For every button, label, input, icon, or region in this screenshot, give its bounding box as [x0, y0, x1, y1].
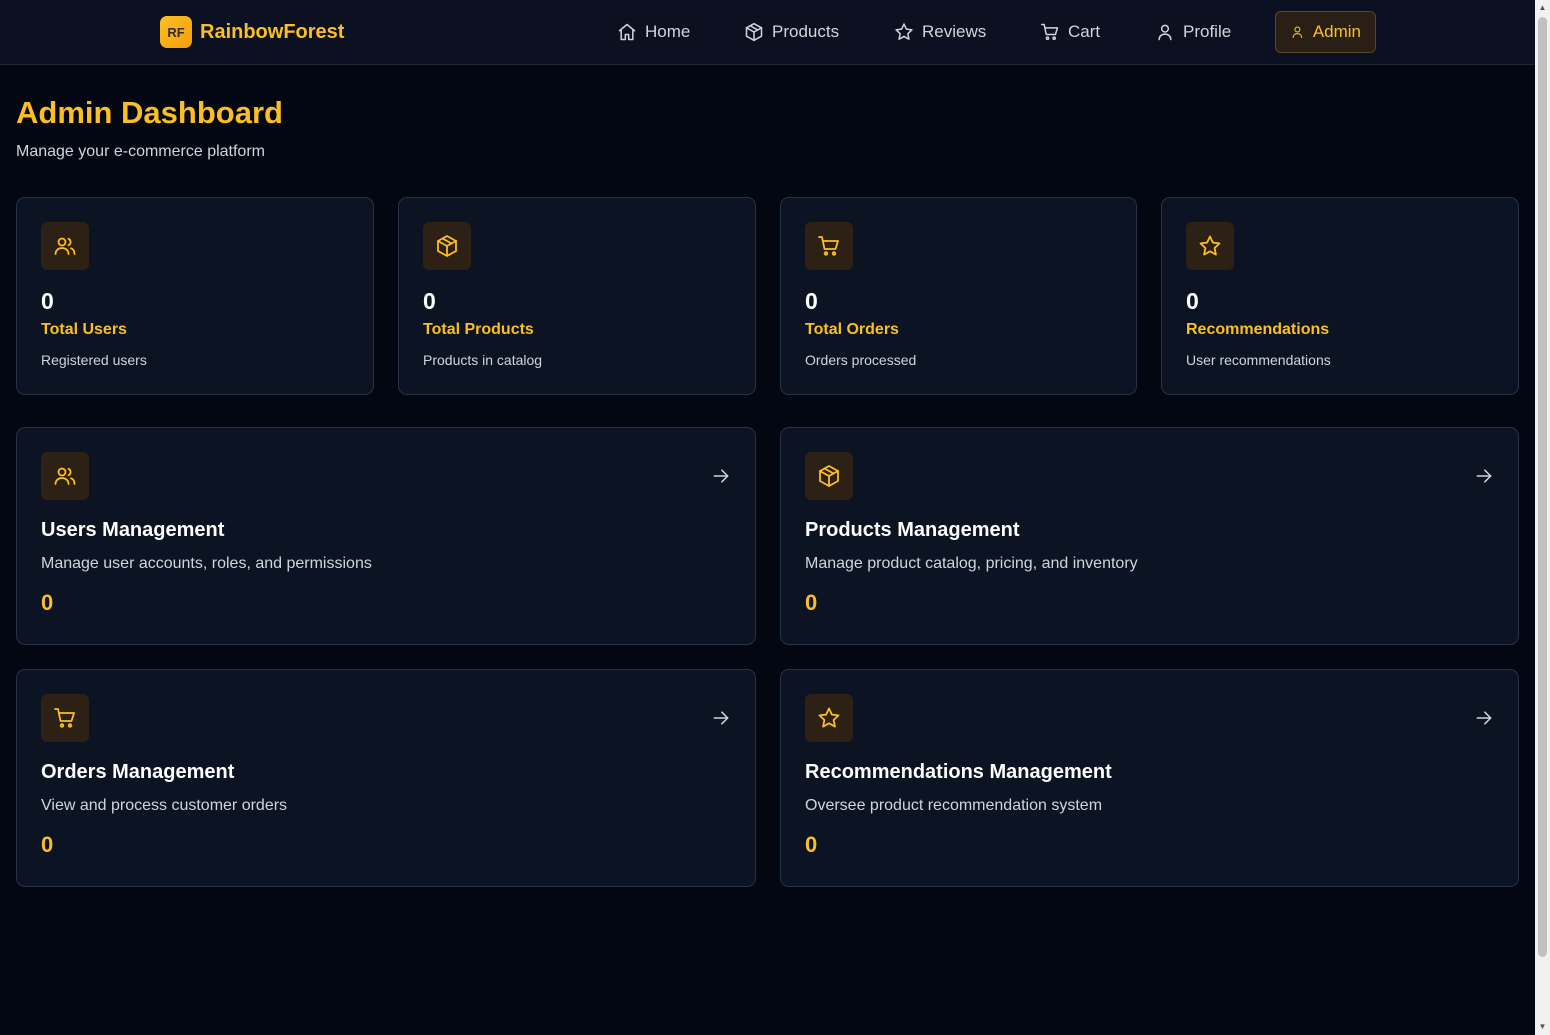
brand-logo: RF: [160, 16, 192, 48]
management-count: 0: [41, 832, 54, 857]
nav-home[interactable]: Home: [603, 11, 704, 53]
management-description: Manage product catalog, pricing, and inv…: [805, 555, 1138, 572]
brand-name: RainbowForest: [200, 20, 345, 43]
users-icon: [54, 467, 76, 485]
management-title: Recommendations Management: [805, 761, 1112, 783]
orders-management-card[interactable]: Orders Management View and process custo…: [16, 669, 756, 887]
star-icon: [1199, 235, 1221, 256]
management-title: Orders Management: [41, 761, 235, 783]
arrow-right-icon[interactable]: [1474, 466, 1494, 486]
stat-icon-box: [41, 222, 89, 270]
stat-value: 0: [423, 288, 436, 314]
nav-cart[interactable]: Cart: [1026, 11, 1114, 53]
stat-icon-box: [805, 222, 853, 270]
box-icon: [819, 465, 839, 487]
stat-card-products: 0 Total Products Products in catalog: [398, 197, 756, 395]
management-description: View and process customer orders: [41, 797, 288, 814]
user-icon: [1158, 24, 1172, 41]
stat-value: 0: [805, 288, 818, 314]
arrow-right-icon[interactable]: [1474, 708, 1494, 728]
management-count: 0: [805, 832, 818, 857]
management-description: Oversee product recommendation system: [805, 797, 1103, 814]
stat-description: Products in catalog: [423, 352, 543, 368]
stat-label: Recommendations: [1186, 321, 1330, 338]
box-icon: [437, 235, 457, 257]
scrollbar-thumb[interactable]: [1538, 17, 1547, 957]
scroll-down-arrow-icon[interactable]: ▼: [1538, 1022, 1547, 1032]
cart-icon: [54, 708, 75, 728]
management-icon-box: [805, 452, 853, 500]
nav-admin-label: Admin: [1312, 22, 1361, 41]
nav-reviews[interactable]: Reviews: [880, 11, 1000, 53]
stat-label: Total Products: [423, 321, 534, 338]
management-count: 0: [41, 590, 54, 615]
stat-card-orders: 0 Total Orders Orders processed: [780, 197, 1137, 395]
arrow-right-icon[interactable]: [711, 708, 731, 728]
brand[interactable]: RF RainbowForest: [160, 16, 344, 48]
star-icon: [818, 707, 840, 728]
nav-products-label: Products: [772, 22, 840, 41]
page-subtitle: Manage your e-commerce platform: [16, 143, 265, 160]
stat-icon-box: [1186, 222, 1234, 270]
nav-reviews-label: Reviews: [922, 22, 987, 41]
stat-label: Total Orders: [805, 321, 899, 338]
nav-products[interactable]: Products: [730, 11, 853, 53]
cart-icon: [1040, 23, 1059, 41]
scroll-up-arrow-icon[interactable]: ▲: [1538, 3, 1547, 13]
stat-card-recommendations: 0 Recommendations User recommendations: [1161, 197, 1519, 395]
management-description: Manage user accounts, roles, and permiss…: [41, 555, 372, 572]
stat-label: Total Users: [41, 321, 127, 338]
users-management-card[interactable]: Users Management Manage user accounts, r…: [16, 427, 756, 645]
stat-description: Orders processed: [805, 352, 917, 368]
arrow-right-icon[interactable]: [711, 466, 731, 486]
star-icon: [895, 23, 913, 40]
management-title: Products Management: [805, 519, 1020, 541]
users-icon: [54, 237, 76, 255]
nav-profile[interactable]: Profile: [1141, 11, 1245, 53]
stat-card-users: 0 Total Users Registered users: [16, 197, 374, 395]
home-icon: [618, 23, 636, 41]
management-icon-box: [41, 694, 89, 742]
products-management-card[interactable]: Products Management Manage product catal…: [780, 427, 1519, 645]
stat-value: 0: [41, 288, 54, 314]
management-icon-box: [805, 694, 853, 742]
stat-icon-box: [423, 222, 471, 270]
page-title: Admin Dashboard: [16, 95, 283, 130]
top-navbar: RF RainbowForest Home Products Reviews C…: [0, 0, 1535, 65]
user-icon: [1292, 26, 1303, 39]
stat-description: User recommendations: [1186, 352, 1331, 368]
nav-admin[interactable]: Admin: [1275, 11, 1376, 53]
management-icon-box: [41, 452, 89, 500]
stat-value: 0: [1186, 288, 1199, 314]
stat-description: Registered users: [41, 352, 147, 368]
recommendations-management-card[interactable]: Recommendations Management Oversee produ…: [780, 669, 1519, 887]
box-icon: [745, 22, 763, 42]
management-title: Users Management: [41, 519, 225, 541]
nav-home-label: Home: [645, 22, 691, 41]
nav-profile-label: Profile: [1183, 22, 1232, 41]
cart-icon: [818, 236, 839, 256]
nav-cart-label: Cart: [1068, 22, 1101, 41]
management-count: 0: [805, 590, 818, 615]
